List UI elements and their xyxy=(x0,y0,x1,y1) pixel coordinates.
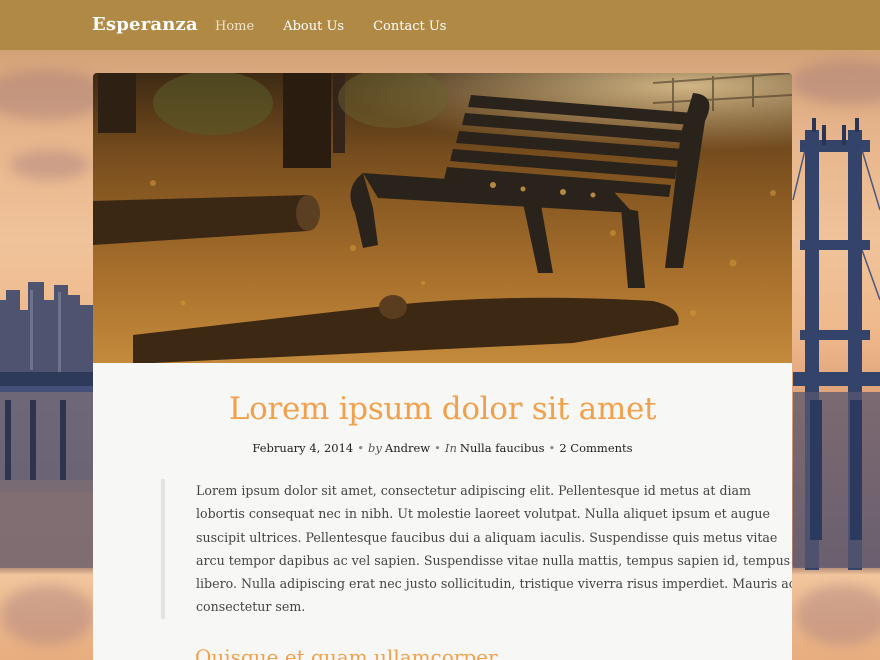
post-author-link[interactable]: Andrew xyxy=(385,441,430,455)
post-category-link[interactable]: Nulla faucibus xyxy=(460,441,545,455)
featured-image[interactable] xyxy=(93,73,792,363)
meta-separator: • xyxy=(434,441,441,455)
main-nav: Home About Us Contact Us xyxy=(215,19,475,34)
site-title[interactable]: Esperanza xyxy=(92,14,198,35)
in-label: In xyxy=(444,441,457,455)
post-subheading: Quisque et quam ullamcorper xyxy=(195,645,498,660)
nav-item-about-us[interactable]: About Us xyxy=(283,19,344,34)
park-bench-photo xyxy=(93,73,792,363)
post-card: Lorem ipsum dolor sit amet February 4, 2… xyxy=(93,73,792,660)
post-blockquote: Lorem ipsum dolor sit amet, consectetur … xyxy=(161,479,792,619)
post-meta: February 4, 2014 • by Andrew • In Nulla faucib… xyxy=(93,441,792,455)
post-title[interactable]: Lorem ipsum dolor sit amet xyxy=(93,391,792,427)
nav-item-home[interactable]: Home xyxy=(215,19,254,34)
by-label: by xyxy=(368,441,382,455)
nav-item-contact-us[interactable]: Contact Us xyxy=(373,19,446,34)
meta-separator: • xyxy=(357,441,365,455)
blockquote-text: Lorem ipsum dolor sit amet, consectetur … xyxy=(196,483,792,615)
site-header: Esperanza Home About Us Contact Us xyxy=(0,0,880,50)
meta-separator: • xyxy=(548,441,556,455)
post-date[interactable]: February 4, 2014 xyxy=(252,441,353,455)
post-comments-link[interactable]: 2 Comments xyxy=(559,441,632,455)
